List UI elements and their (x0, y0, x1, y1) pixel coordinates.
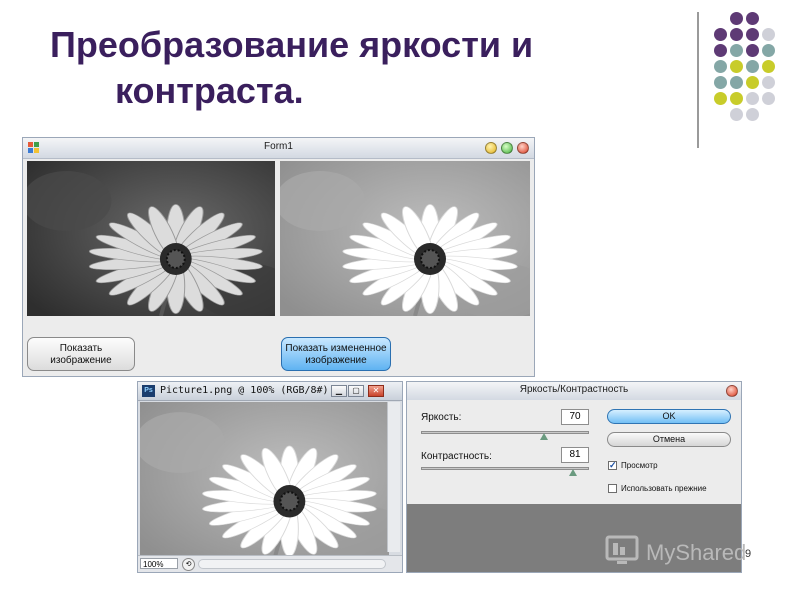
decorative-dot (730, 108, 743, 121)
dialog-titlebar[interactable]: Яркость/Контрастность (407, 382, 741, 401)
show-image-button[interactable]: Показать изображение (27, 337, 135, 371)
ps-canvas-image (140, 402, 389, 559)
decorative-dot (762, 60, 775, 73)
brightness-slider-thumb[interactable] (540, 433, 548, 440)
decorative-dot (762, 76, 775, 89)
decorative-dot (714, 28, 727, 41)
decorative-dot (746, 60, 759, 73)
title-period: . (293, 70, 304, 111)
watermark-logo-icon (605, 535, 639, 564)
form1-title: Form1 (264, 141, 293, 152)
title-line-1: Преобразование яркости и (50, 24, 534, 65)
form1-titlebar[interactable]: Form1 (23, 138, 534, 159)
decorative-dot (746, 76, 759, 89)
title-line-2-text: контраста (115, 70, 294, 111)
dialog-title: Яркость/Контрастность (519, 384, 629, 395)
watermark-text: MyShared (646, 540, 747, 565)
minimize-button[interactable] (485, 142, 497, 154)
slide-title: Преобразование яркости и контраста. (50, 22, 670, 114)
title-divider (697, 12, 699, 148)
decorative-dot (730, 44, 743, 57)
decorative-dot (746, 44, 759, 57)
use-legacy-checkbox[interactable] (608, 484, 617, 493)
preview-label: Просмотр (621, 461, 658, 470)
photoshop-logo-icon: Ps (142, 385, 155, 397)
decorative-dot (730, 12, 743, 25)
title-line-2: контраста. (50, 68, 670, 114)
ps-doc-titlebar[interactable]: Ps Picture1.png @ 100% (RGB/8#) ▁ ▢ ✕ (138, 382, 402, 401)
brightness-slider-track[interactable] (421, 431, 589, 434)
page-number: 9 (745, 548, 752, 560)
decorative-dot (746, 92, 759, 105)
use-legacy-label: Использовать прежние (621, 484, 707, 493)
ps-doc-title: Picture1.png @ 100% (RGB/8#) (160, 385, 329, 396)
decorative-dot (714, 44, 727, 57)
horizontal-scrollbar[interactable] (198, 559, 386, 569)
changed-image (280, 161, 530, 316)
ps-status-bar: 100% ⟲ (138, 555, 402, 572)
decorative-dot (762, 92, 775, 105)
cancel-button[interactable]: Отмена (607, 432, 731, 447)
dialog-close-button[interactable] (726, 385, 738, 397)
preview-checkbox[interactable]: ✓ (608, 461, 617, 470)
decorative-dot (746, 12, 759, 25)
decorative-dot (730, 60, 743, 73)
ps-close-button[interactable]: ✕ (368, 385, 384, 397)
form1-window: Form1 Показать изображение Показать изме… (22, 137, 535, 377)
decorative-dot (746, 108, 759, 121)
ps-restore-button[interactable]: ▢ (348, 385, 364, 397)
status-info-icon[interactable]: ⟲ (182, 558, 195, 571)
contrast-input[interactable]: 81 (561, 447, 589, 463)
brightness-label: Яркость: (421, 412, 462, 423)
decorative-dot (730, 28, 743, 41)
decorative-dot-grid (700, 10, 790, 130)
maximize-button[interactable] (501, 142, 513, 154)
decorative-dot (730, 92, 743, 105)
photoshop-document-window: Ps Picture1.png @ 100% (RGB/8#) ▁ ▢ ✕ 10… (137, 381, 403, 573)
contrast-label: Контрастность: (421, 451, 492, 462)
decorative-dot (714, 76, 727, 89)
contrast-slider-track[interactable] (421, 467, 589, 470)
contrast-slider-thumb[interactable] (569, 469, 577, 476)
show-changed-image-button[interactable]: Показать измененное изображение (281, 337, 391, 371)
zoom-field[interactable]: 100% (140, 558, 178, 569)
decorative-dot (714, 60, 727, 73)
decorative-dot (746, 28, 759, 41)
myshared-watermark: MyShared (604, 533, 764, 573)
ok-button[interactable]: OK (607, 409, 731, 424)
vertical-scrollbar[interactable] (387, 402, 400, 552)
decorative-dot (730, 76, 743, 89)
decorative-dot (762, 44, 775, 57)
brightness-input[interactable]: 70 (561, 409, 589, 425)
decorative-dot (762, 28, 775, 41)
decorative-dot (714, 92, 727, 105)
ps-minimize-button[interactable]: ▁ (331, 385, 347, 397)
original-image (27, 161, 275, 316)
close-button[interactable] (517, 142, 529, 154)
dialog-body: Яркость: 70 Контрастность: 81 OK Отмена … (407, 400, 741, 504)
